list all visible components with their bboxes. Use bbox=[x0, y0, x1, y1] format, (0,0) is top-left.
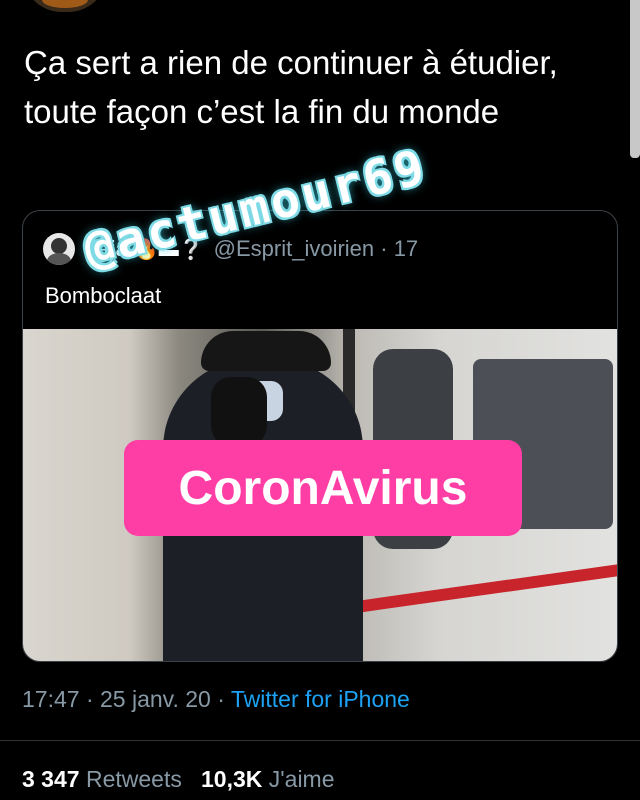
author-avatar[interactable] bbox=[22, 0, 108, 12]
gloved-hand bbox=[211, 377, 267, 449]
divider bbox=[0, 740, 640, 741]
likes-stat[interactable]: 10,3K J'aime bbox=[201, 766, 335, 792]
coronavirus-badge: CoronAvirus bbox=[124, 440, 522, 536]
retweets-count: 3 347 bbox=[22, 766, 80, 792]
tweet-source-link[interactable]: Twitter for iPhone bbox=[231, 686, 410, 712]
meta-separator: · bbox=[210, 686, 231, 712]
tweet-text: Ça sert a rien de continuer à étudier, t… bbox=[24, 44, 558, 130]
retweets-stat[interactable]: 3 347 Retweets bbox=[22, 766, 182, 792]
scrollbar[interactable] bbox=[630, 0, 640, 158]
tweet-time: 17:47 bbox=[22, 686, 80, 712]
likes-count: 10,3K bbox=[201, 766, 263, 792]
retweets-label: Retweets bbox=[85, 766, 182, 792]
quoted-author-avatar[interactable] bbox=[43, 233, 75, 265]
cap bbox=[201, 331, 331, 371]
tweet-meta: 17:47 · 25 janv. 20 · Twitter for iPhone bbox=[22, 686, 410, 713]
train-stripe bbox=[363, 557, 617, 613]
meta-separator: · bbox=[79, 686, 101, 712]
tweet-date: 25 janv. 20 bbox=[100, 686, 211, 712]
likes-label: J'aime bbox=[268, 766, 335, 792]
quoted-tweet-card[interactable]: Jaja 🔥▬❔ @Esprit_ivoirien · 17 Bomboclaa… bbox=[22, 210, 618, 662]
quoted-tweet-text: Bomboclaat bbox=[45, 283, 162, 308]
tweet-stats: 3 347 Retweets 10,3K J'aime bbox=[22, 766, 335, 793]
